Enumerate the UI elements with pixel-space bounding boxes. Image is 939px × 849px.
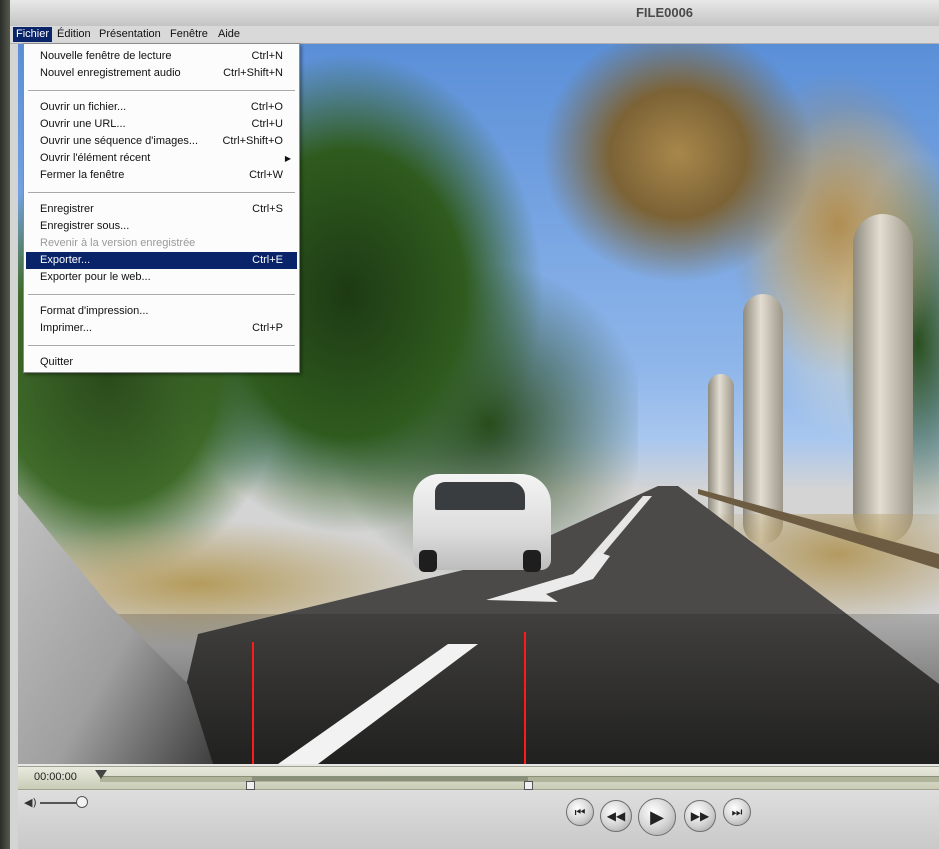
menu-item-revert: Revenir à la version enregistrée [40, 237, 196, 249]
video-scene-car [413, 474, 551, 572]
menu-fichier[interactable]: Fichier [13, 27, 53, 42]
menu-fenetre[interactable]: Fenêtre [167, 27, 211, 42]
menu-item-open-url[interactable]: Ouvrir une URL... Ctrl+U [26, 116, 297, 133]
go-to-start-button[interactable]: ⏮ [566, 798, 594, 826]
rewind-icon: ◀◀ [606, 809, 626, 823]
play-button[interactable]: ▶ [638, 798, 676, 836]
rewind-button[interactable]: ◀◀ [600, 800, 632, 832]
menu-item-print[interactable]: Imprimer... Ctrl+P [26, 320, 297, 337]
selection-start-handle[interactable] [246, 781, 255, 790]
title-bar[interactable]: FILE0006 [10, 0, 939, 26]
menu-separator [28, 294, 295, 296]
menu-aide[interactable]: Aide [215, 27, 243, 42]
skip-forward-icon: ⏭ [731, 804, 743, 819]
selection-end-handle[interactable] [524, 781, 533, 790]
menu-bar: Fichier Édition Présentation Fenêtre Aid… [10, 26, 939, 44]
go-to-end-button[interactable]: ⏭ [723, 798, 751, 826]
menu-item-export-web[interactable]: Exporter pour le web... [26, 269, 297, 286]
menu-item-close-window[interactable]: Fermer la fenêtre Ctrl+W [26, 167, 297, 184]
selection-end-marker [524, 632, 526, 764]
video-scene-car-wheel [523, 550, 541, 572]
speaker-icon[interactable]: ◀) [24, 796, 37, 809]
window-title: FILE0006 [635, 5, 694, 20]
menu-item-quit[interactable]: Quitter [26, 354, 297, 371]
volume-slider[interactable] [40, 802, 80, 804]
menu-item-new-player[interactable]: Nouvelle fenêtre de lecture Ctrl+N [26, 48, 297, 65]
submenu-arrow-icon: ▶ [284, 154, 291, 163]
control-bar: 00:00:00 ◀) ⏮ ◀◀ ▶ ▶▶ ⏭ [18, 764, 939, 849]
file-menu-dropdown: Nouvelle fenêtre de lecture Ctrl+N Nouve… [23, 43, 300, 373]
desktop-edge [0, 0, 10, 849]
menu-separator [28, 90, 295, 92]
menu-separator [28, 345, 295, 347]
menu-presentation[interactable]: Présentation [96, 27, 164, 42]
timeline[interactable]: 00:00:00 [18, 766, 939, 790]
volume-knob[interactable] [76, 796, 88, 808]
menu-item-open-image-sequence[interactable]: Ouvrir une séquence d'images... Ctrl+Shi… [26, 133, 297, 150]
menu-item-open-file[interactable]: Ouvrir un fichier... Ctrl+O [26, 99, 297, 116]
menu-item-export[interactable]: Exporter... Ctrl+E [26, 252, 297, 269]
menu-item-save[interactable]: Enregistrer Ctrl+S [26, 201, 297, 218]
timeline-selection[interactable] [252, 776, 528, 781]
fast-forward-button[interactable]: ▶▶ [684, 800, 716, 832]
menu-separator [28, 192, 295, 194]
time-display: 00:00:00 [34, 771, 77, 783]
menu-item-page-setup[interactable]: Format d'impression... [26, 303, 297, 320]
menu-item-save-as[interactable]: Enregistrer sous... [26, 218, 297, 235]
play-icon: ▶ [650, 806, 664, 828]
playhead[interactable] [95, 770, 107, 779]
video-scene-car-wheel [419, 550, 437, 572]
fast-forward-icon: ▶▶ [690, 809, 710, 823]
video-scene-car-window [435, 482, 525, 510]
menu-item-new-audio-recording[interactable]: Nouvel enregistrement audio Ctrl+Shift+N [26, 65, 297, 82]
player-window: FILE0006 Fichier Édition Présentation Fe… [10, 0, 939, 849]
video-scene-trunk [853, 214, 913, 544]
menu-item-open-recent[interactable]: Ouvrir l'élément récent ▶ [26, 150, 297, 167]
selection-start-marker [252, 642, 254, 764]
menu-edition[interactable]: Édition [54, 27, 94, 42]
skip-back-icon: ⏮ [574, 804, 586, 819]
